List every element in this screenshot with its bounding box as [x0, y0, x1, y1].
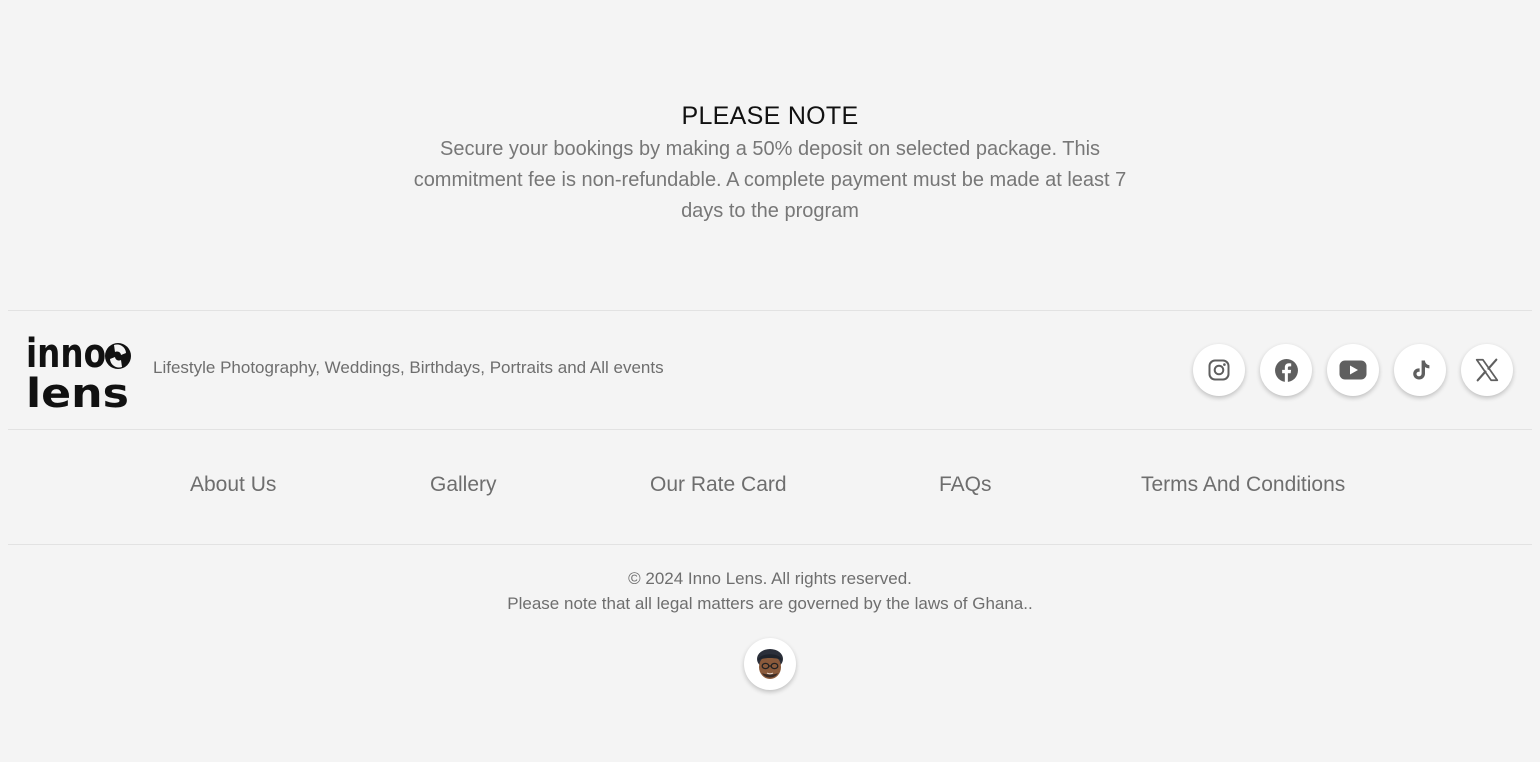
logo-text-lens: lens [26, 371, 129, 411]
copyright-text: © 2024 Inno Lens. All rights reserved. [628, 569, 912, 588]
divider [8, 544, 1532, 545]
legal-note: Please note that all legal matters are g… [507, 594, 1033, 613]
shutter-mark-icon [105, 343, 131, 369]
social-links [1193, 344, 1513, 396]
page: PLEASE NOTE Secure your bookings by maki… [0, 0, 1540, 762]
facebook-icon [1274, 358, 1298, 382]
footer-brand-row: inno lens Lifestyle Photography, Wedding… [0, 311, 1540, 429]
nav-link-faqs[interactable]: FAQs [939, 473, 992, 497]
youtube-button[interactable] [1327, 344, 1379, 396]
nav-link-terms[interactable]: Terms And Conditions [1141, 473, 1345, 497]
notice-body: Secure your bookings by making a 50% dep… [413, 138, 1127, 222]
inno-lens-logo[interactable]: inno lens [26, 331, 136, 411]
nav-link-rate-card[interactable]: Our Rate Card [650, 473, 787, 497]
tagline: Lifestyle Photography, Weddings, Birthda… [153, 358, 664, 377]
avatar[interactable] [744, 638, 796, 690]
notice-section: PLEASE NOTE Secure your bookings by maki… [0, 98, 1540, 227]
tiktok-icon [1413, 360, 1430, 380]
footer-nav: About Us Gallery Our Rate Card FAQs Term… [0, 430, 1540, 544]
footer-legal: © 2024 Inno Lens. All rights reserved. P… [0, 566, 1540, 616]
x-icon [1475, 358, 1499, 382]
avatar-face-icon [757, 649, 783, 679]
x-button[interactable] [1461, 344, 1513, 396]
instagram-icon [1208, 359, 1230, 381]
instagram-button[interactable] [1193, 344, 1245, 396]
youtube-icon [1339, 360, 1367, 380]
tiktok-button[interactable] [1394, 344, 1446, 396]
facebook-button[interactable] [1260, 344, 1312, 396]
nav-link-about-us[interactable]: About Us [190, 473, 276, 497]
nav-link-gallery[interactable]: Gallery [430, 473, 497, 497]
notice-title: PLEASE NOTE [681, 102, 859, 130]
